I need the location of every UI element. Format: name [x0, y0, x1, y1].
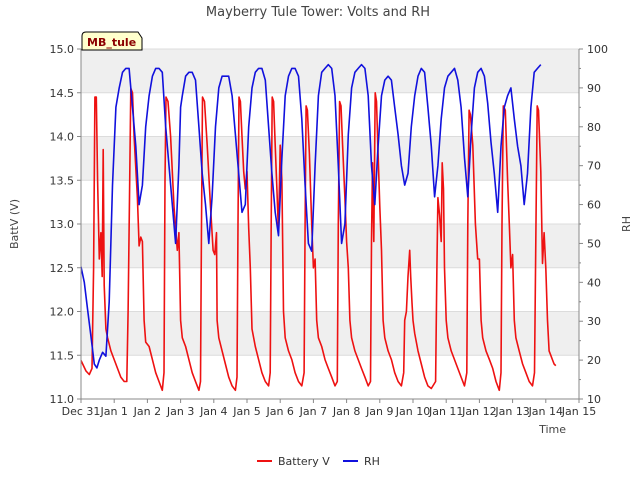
y2-axis-label: RH	[620, 216, 633, 232]
y2-tick-label-4: 50	[587, 237, 601, 250]
y-axis-label: BattV (V)	[8, 199, 21, 249]
y2-tick-label-2: 30	[587, 315, 601, 328]
x-tick-label-0: Dec 31	[62, 405, 101, 418]
x-tick-label-8: Jan 8	[332, 405, 360, 418]
y2-tick-label-3: 40	[587, 276, 601, 289]
y2-tick-label-8: 90	[587, 82, 601, 95]
y2-tick-label-5: 60	[587, 199, 601, 212]
y-tick-label-8: 15.0	[50, 43, 75, 56]
y-tick-label-7: 14.5	[50, 87, 75, 100]
x-tick-label-11: Jan 11	[428, 405, 463, 418]
band-5	[81, 136, 579, 181]
y-tick-label-3: 12.5	[50, 262, 75, 275]
x-tick-label-13: Jan 13	[494, 405, 529, 418]
x-tick-label-14: Jan 14	[528, 405, 563, 418]
x-tick-label-6: Jan 6	[265, 405, 293, 418]
chart-canvas: Dec 31 Jan 1 Jan 2 Jan 3 Jan 4 Jan 5 Jan 6 Jan …	[8, 5, 633, 468]
y-tick-label-6: 14.0	[50, 131, 75, 144]
y2-tick-label-1: 20	[587, 354, 601, 367]
x-tick-label-1: Jan 1	[99, 405, 127, 418]
y2-tick-label-0: 10	[587, 393, 601, 406]
y2-tick-label-6: 70	[587, 160, 601, 173]
x-tick-label-9: Jan 9	[365, 405, 393, 418]
x-tick-label-12: Jan 12	[461, 405, 496, 418]
legend-label-battery: Battery V	[278, 455, 330, 468]
y2-tick-label-9: 100	[587, 43, 608, 56]
band-1	[81, 311, 579, 356]
x-tick-label-5: Jan 5	[232, 405, 260, 418]
y-tick-label-1: 11.5	[50, 349, 75, 362]
x-tick-label-2: Jan 2	[133, 405, 161, 418]
chart-title: Mayberry Tule Tower: Volts and RH	[206, 5, 430, 20]
band-3	[81, 224, 579, 268]
y-tick-label-5: 13.5	[50, 174, 75, 187]
y2-tick-label-7: 80	[587, 121, 601, 134]
legend-label-rh: RH	[364, 455, 380, 468]
y-tick-label-2: 12.0	[50, 306, 75, 319]
y-tick-label-0: 11.0	[50, 393, 75, 406]
x-tick-label-4: Jan 4	[199, 405, 227, 418]
legend: Battery V RH	[257, 455, 380, 468]
station-badge: MB_tule	[81, 31, 143, 51]
x-tick-label-7: Jan 7	[299, 405, 327, 418]
x-tick-label-15: Jan 15	[561, 405, 596, 418]
badge-label: MB_tule	[87, 36, 136, 49]
x-tick-label-3: Jan 3	[166, 405, 194, 418]
y-tick-label-4: 13.0	[50, 218, 75, 231]
band-7	[81, 49, 579, 93]
x-tick-label-10: Jan 10	[395, 405, 430, 418]
x-axis-label: Time	[538, 423, 566, 436]
